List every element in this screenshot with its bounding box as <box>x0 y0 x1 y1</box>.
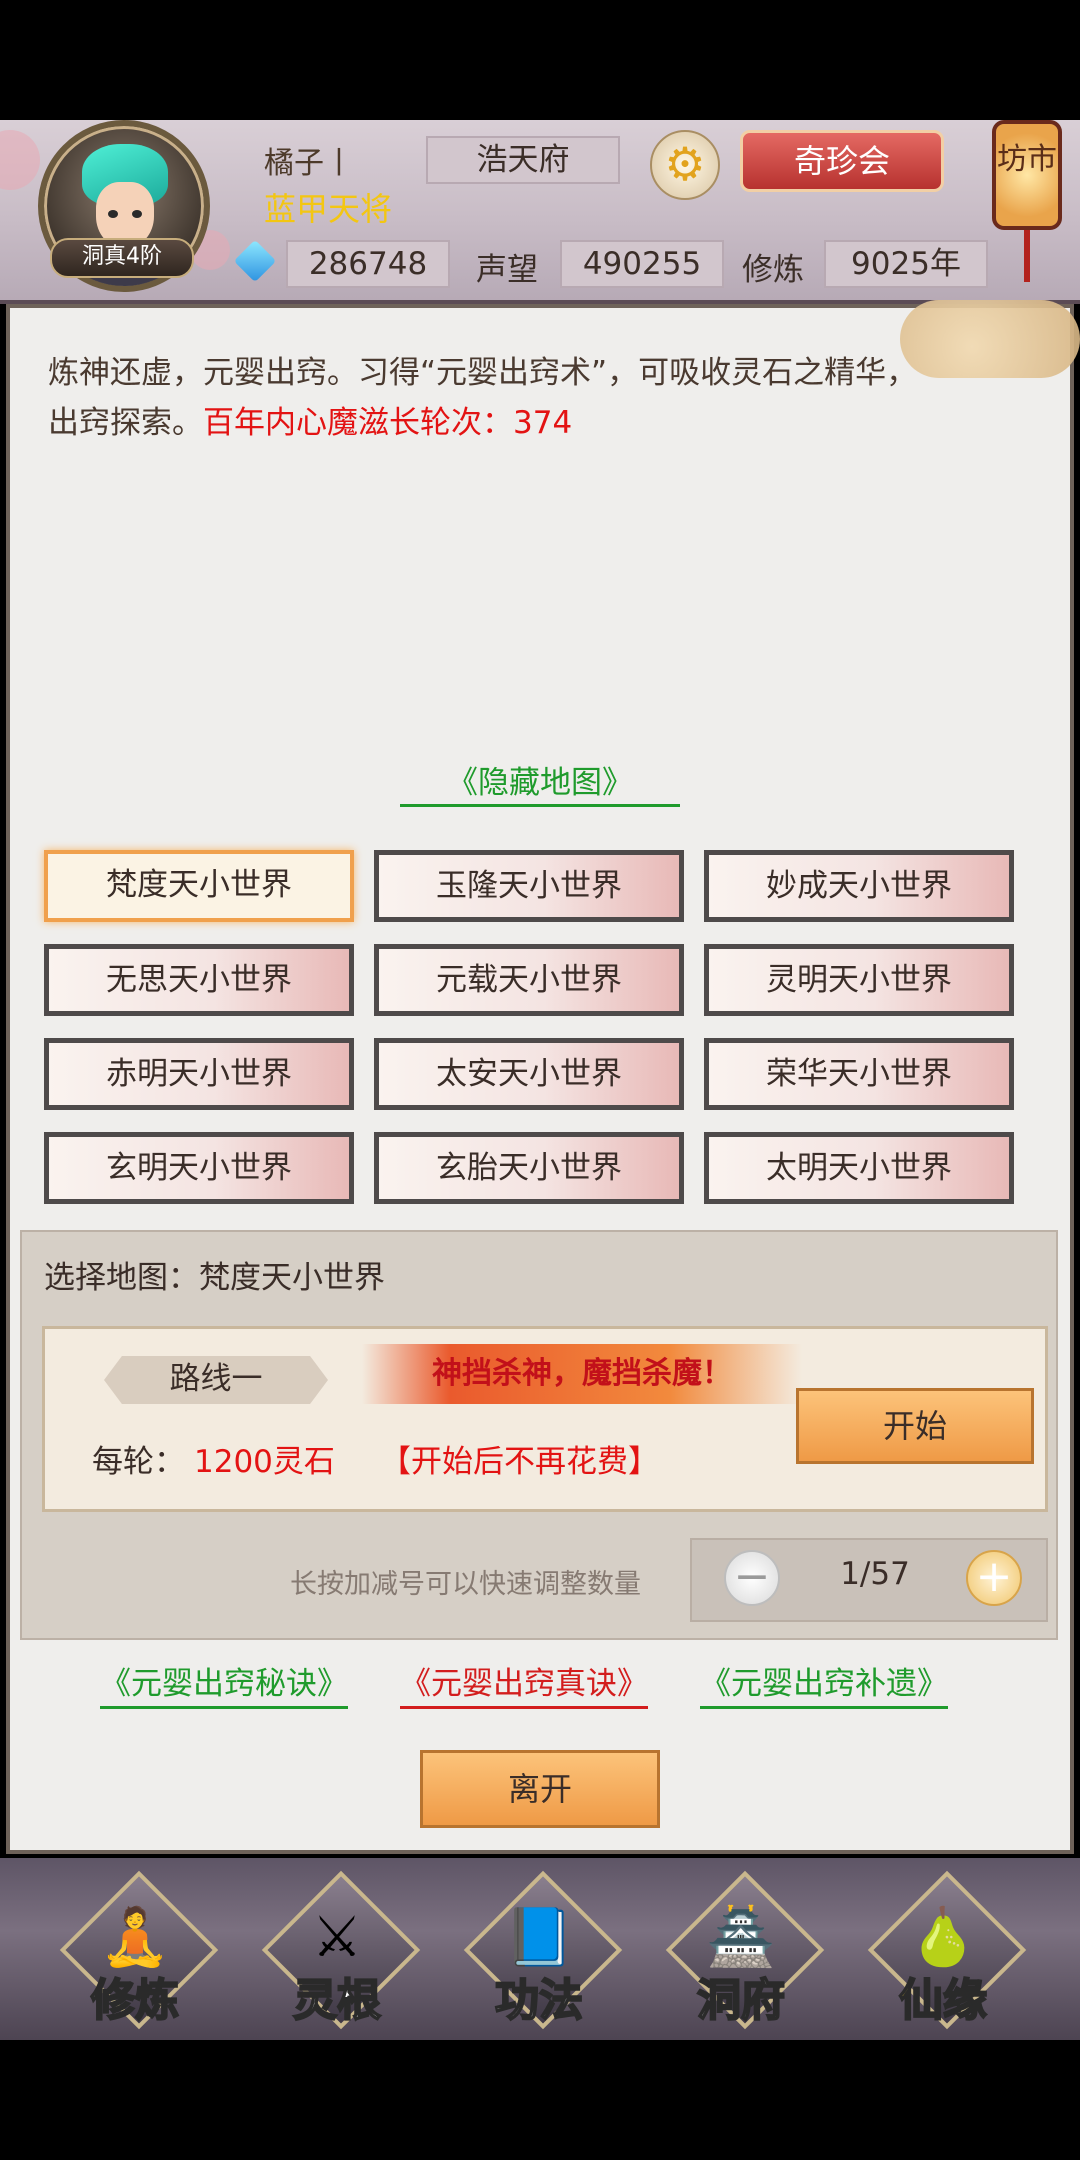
route-name: 路线一 <box>104 1356 328 1404</box>
top-bar: 洞真4阶 橘子丨 蓝甲天将 浩天府 ⚙ 奇珍会 坊市 286748 声望 490… <box>0 120 1080 304</box>
selected-map-label: 选择地图：梵度天小世界 <box>44 1260 385 1296</box>
rank-badge: 洞真4阶 <box>50 238 194 278</box>
avatar-eye <box>132 210 142 218</box>
plus-button[interactable]: + <box>966 1550 1022 1606</box>
inner-demon-count: 百年内心魔滋长轮次：374 <box>203 405 573 441</box>
training-value: 9025年 <box>824 240 988 288</box>
realm-name: 浩天府 <box>426 136 620 184</box>
world-button[interactable]: 太明天小世界 <box>704 1132 1014 1204</box>
cost-label: 每轮： <box>92 1444 185 1480</box>
player-title: 蓝甲天将 <box>264 190 393 228</box>
spirit-stone-value: 286748 <box>286 240 450 288</box>
fame-label: 声望 <box>476 252 538 288</box>
world-button[interactable]: 梵度天小世界 <box>44 850 354 922</box>
secret-art-link[interactable]: 《元婴出窍秘诀》 <box>100 1662 348 1709</box>
nav-cave-abode[interactable]: 🏯 洞府 <box>665 1870 825 2030</box>
nav-label: 修炼 <box>90 1974 180 2027</box>
leave-button[interactable]: 离开 <box>420 1750 660 1828</box>
nav-label: 灵根 <box>292 1974 382 2027</box>
nav-spirit-root[interactable]: ⚔ 灵根 <box>261 1870 421 2030</box>
plum-blossom-decor <box>0 130 40 190</box>
nav-label: 仙缘 <box>898 1974 988 2027</box>
hidden-map-link[interactable]: 《隐藏地图》 <box>400 762 680 807</box>
lantern-tassel <box>1024 230 1030 282</box>
treasure-market-button[interactable]: 奇珍会 <box>740 130 944 192</box>
gear-icon: ⚙ <box>664 137 706 191</box>
minus-button[interactable]: − <box>724 1550 780 1606</box>
player-name: 橘子丨 <box>264 146 354 181</box>
nav-label: 洞府 <box>696 1974 786 2027</box>
supplement-link[interactable]: 《元婴出窍补遗》 <box>700 1662 948 1709</box>
nav-training[interactable]: 🧘 修炼 <box>59 1870 219 2030</box>
world-button[interactable]: 无思天小世界 <box>44 944 354 1016</box>
fame-value: 490255 <box>560 240 724 288</box>
avatar-eye <box>108 210 118 218</box>
settings-button[interactable]: ⚙ <box>650 130 720 200</box>
cost-value: 1200灵石 <box>194 1444 335 1480</box>
spirit-stone-icon <box>233 239 277 283</box>
world-button[interactable]: 元载天小世界 <box>374 944 684 1016</box>
start-button[interactable]: 开始 <box>796 1388 1034 1464</box>
nav-techniques[interactable]: 📘 功法 <box>463 1870 623 2030</box>
world-button[interactable]: 赤明天小世界 <box>44 1038 354 1110</box>
intro-text: 炼神还虚，元婴出窍。习得“元婴出窍术”，可吸收灵石之精华，出窍探索。百年内心魔滋… <box>48 348 948 448</box>
world-button[interactable]: 玉隆天小世界 <box>374 850 684 922</box>
market-lantern-button[interactable]: 坊市 <box>992 120 1062 230</box>
world-button[interactable]: 玄明天小世界 <box>44 1132 354 1204</box>
quantity-value: 1/57 <box>840 1556 910 1592</box>
nav-fate[interactable]: 🍐 仙缘 <box>867 1870 1027 2030</box>
training-label: 修炼 <box>742 252 804 288</box>
world-button[interactable]: 妙成天小世界 <box>704 850 1014 922</box>
world-button[interactable]: 灵明天小世界 <box>704 944 1014 1016</box>
cost-note: 【开始后不再花费】 <box>380 1444 659 1480</box>
world-button[interactable]: 玄胎天小世界 <box>374 1132 684 1204</box>
quantity-hint: 长按加减号可以快速调整数量 <box>290 1569 641 1600</box>
route-slogan: 神挡杀神，魔挡杀魔！ <box>362 1344 802 1404</box>
true-art-link[interactable]: 《元婴出窍真诀》 <box>400 1662 648 1709</box>
nav-label: 功法 <box>494 1974 584 2027</box>
world-button[interactable]: 太安天小世界 <box>374 1038 684 1110</box>
world-button[interactable]: 荣华天小世界 <box>704 1038 1014 1110</box>
